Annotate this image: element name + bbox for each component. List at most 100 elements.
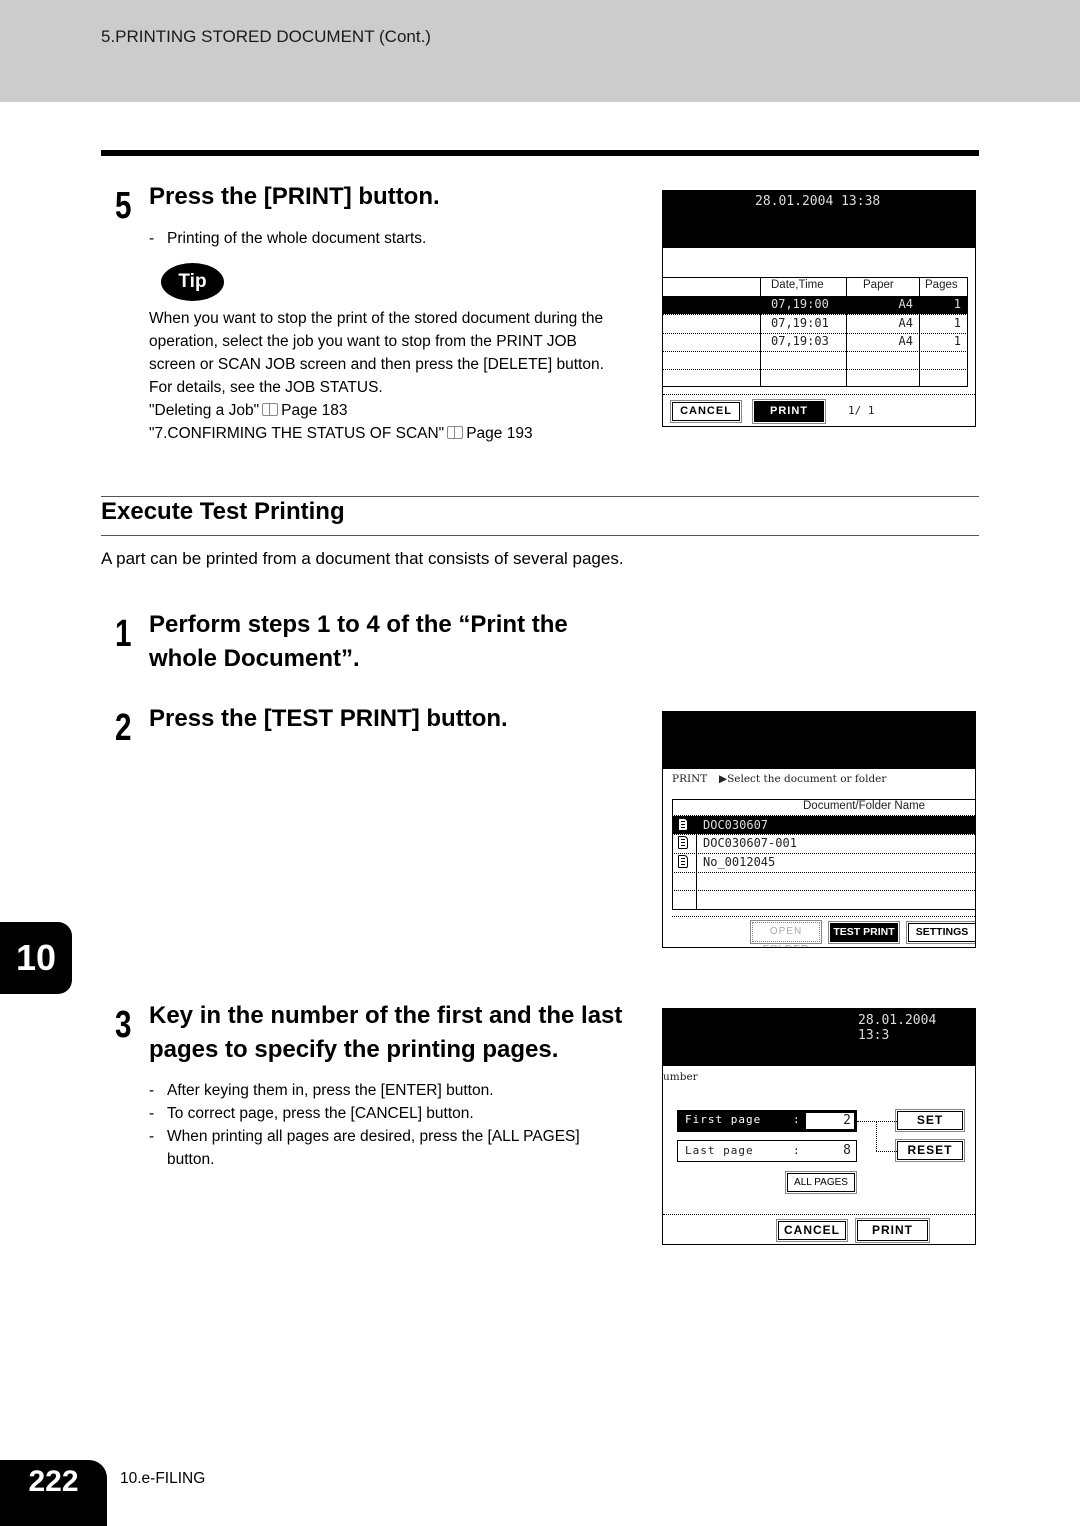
reset-button[interactable]: RESET — [895, 1139, 965, 1162]
step-title-1: Perform steps 1 to 4 of the “Print the w… — [149, 608, 568, 676]
open-folder-button[interactable]: OPEN FOLDER — [750, 920, 822, 947]
document-select-screen: PRINT ▶Select the document or folder Doc… — [662, 711, 976, 948]
header-band — [0, 0, 1080, 102]
row-datetime: 07,19:00 — [771, 297, 829, 311]
column-divider — [760, 277, 761, 387]
screen-status-bar: 28.01.2004 13:3 — [663, 1009, 975, 1066]
footer-chapter: 10.e-FILING — [120, 1470, 206, 1487]
top-rule — [101, 150, 979, 156]
footer-divider — [672, 916, 975, 917]
chapter-tab: 10 — [0, 922, 72, 994]
book-icon — [447, 426, 464, 439]
footer-divider — [663, 394, 975, 395]
column-header-name: Document/Folder Name — [803, 800, 926, 812]
row-datetime[interactable]: 07,19:01 — [771, 316, 829, 330]
document-name: DOC030607 — [703, 818, 769, 832]
all-pages-button[interactable]: ALL PAGES — [785, 1171, 857, 1194]
reference-page: Page 183 — [281, 402, 348, 419]
column-divider — [846, 277, 847, 387]
row-paper: A4 — [898, 316, 913, 330]
footer-divider — [663, 1214, 975, 1215]
step-title-line: whole Document”. — [149, 645, 360, 672]
cancel-button[interactable]: CANCEL — [776, 1219, 848, 1242]
step-title-line: Key in the number of the first and the l… — [149, 1002, 623, 1029]
tip-badge: Tip — [161, 263, 224, 301]
screen-instruction: ▶Select the document or folder — [719, 773, 887, 785]
row-paper: A4 — [898, 334, 913, 348]
section-title: Execute Test Printing — [101, 498, 345, 525]
test-print-button[interactable]: TEST PRINT — [828, 921, 900, 944]
step-number-2: 2 — [115, 707, 132, 749]
reference-page: Page 193 — [466, 425, 533, 442]
page-number: 222 — [0, 1460, 107, 1526]
row-pages: 1 — [953, 316, 961, 330]
screen-datetime: 28.01.2004 13:3 — [858, 1013, 937, 1043]
bullet-item: When printing all pages are desired, pre… — [149, 1125, 639, 1148]
row-divider — [663, 314, 968, 315]
running-header: 5.PRINTING STORED DOCUMENT (Cont.) — [101, 27, 431, 46]
screen-mode: PRINT — [672, 773, 708, 785]
last-page-label: Last page — [685, 1144, 754, 1157]
job-table — [663, 277, 968, 387]
step3-bullets: After keying them in, press the [ENTER] … — [149, 1079, 639, 1171]
reference-link[interactable]: "7.CONFIRMING THE STATUS OF SCAN" Page 19… — [149, 422, 649, 445]
tip-line: screen or SCAN JOB screen and then press… — [149, 356, 604, 373]
document-icon — [678, 818, 688, 831]
bullet-item: To correct page, press the [CANCEL] butt… — [149, 1102, 639, 1125]
section-intro: A part can be printed from a document th… — [101, 549, 624, 568]
column-header-datetime: Date,Time — [771, 279, 824, 291]
settings-button[interactable]: SETTINGS — [906, 921, 975, 944]
screen-label: umber — [663, 1071, 698, 1083]
set-button[interactable]: SET — [895, 1109, 965, 1132]
column-header-paper: Paper — [863, 279, 894, 291]
reference-title: "7.CONFIRMING THE STATUS OF SCAN" — [149, 425, 445, 442]
step-number-5: 5 — [115, 185, 132, 227]
tip-line: operation, select the job you want to st… — [149, 333, 577, 350]
connector-line — [876, 1121, 877, 1151]
reference-title: "Deleting a Job" — [149, 402, 260, 419]
row-divider — [672, 853, 975, 854]
print-button[interactable]: PRINT — [752, 399, 826, 424]
print-button[interactable]: PRINT — [855, 1218, 930, 1243]
document-name[interactable]: No_0012045 — [703, 855, 775, 869]
row-divider — [663, 351, 968, 352]
step-title-2: Press the [TEST PRINT] button. — [149, 705, 508, 732]
row-divider — [672, 872, 975, 873]
row-datetime[interactable]: 07,19:03 — [771, 334, 829, 348]
document-name[interactable]: DOC030607-001 — [703, 836, 797, 850]
bullet-item: After keying them in, press the [ENTER] … — [149, 1079, 639, 1102]
screen-status-bar: 28.01.2004 13:38 — [663, 191, 975, 248]
row-pages: 1 — [953, 297, 961, 311]
page-indicator: 1/ 1 — [848, 404, 875, 417]
step-title-line: Perform steps 1 to 4 of the “Print the — [149, 611, 568, 638]
first-page-label: First page — [685, 1113, 762, 1126]
section-rule-bottom — [101, 535, 979, 536]
last-page-value: 8 — [843, 1143, 851, 1158]
connector-line — [857, 1121, 897, 1122]
connector-line — [876, 1151, 897, 1152]
row-divider — [672, 834, 975, 835]
screen-status-bar — [663, 712, 975, 769]
tip-line: For details, see the JOB STATUS. — [149, 379, 383, 396]
reference-link[interactable]: "Deleting a Job" Page 183 — [149, 399, 649, 422]
document-icon — [678, 855, 688, 868]
step-number-3: 3 — [115, 1004, 132, 1046]
page-range-screen: 28.01.2004 13:3 umber First page : 2 Las… — [662, 1008, 976, 1245]
separator: : — [793, 1113, 800, 1126]
section-rule-top — [101, 496, 979, 497]
book-icon — [262, 403, 279, 416]
column-divider — [919, 277, 920, 387]
row-divider — [672, 890, 975, 891]
step-title-5: Press the [PRINT] button. — [149, 183, 440, 210]
screen-datetime: 28.01.2004 13:38 — [755, 194, 881, 209]
tip-line: When you want to stop the print of the s… — [149, 310, 604, 327]
separator: : — [793, 1144, 800, 1157]
bullet-item-continuation: button. — [167, 1151, 215, 1168]
tip-text: When you want to stop the print of the s… — [149, 307, 649, 445]
row-divider — [663, 369, 968, 370]
step-title-line: pages to specify the printing pages. — [149, 1036, 559, 1063]
first-page-value: 2 — [843, 1113, 851, 1128]
step-number-1: 1 — [115, 613, 132, 655]
cancel-button[interactable]: CANCEL — [670, 400, 742, 423]
column-header-pages: Pages — [925, 279, 958, 291]
